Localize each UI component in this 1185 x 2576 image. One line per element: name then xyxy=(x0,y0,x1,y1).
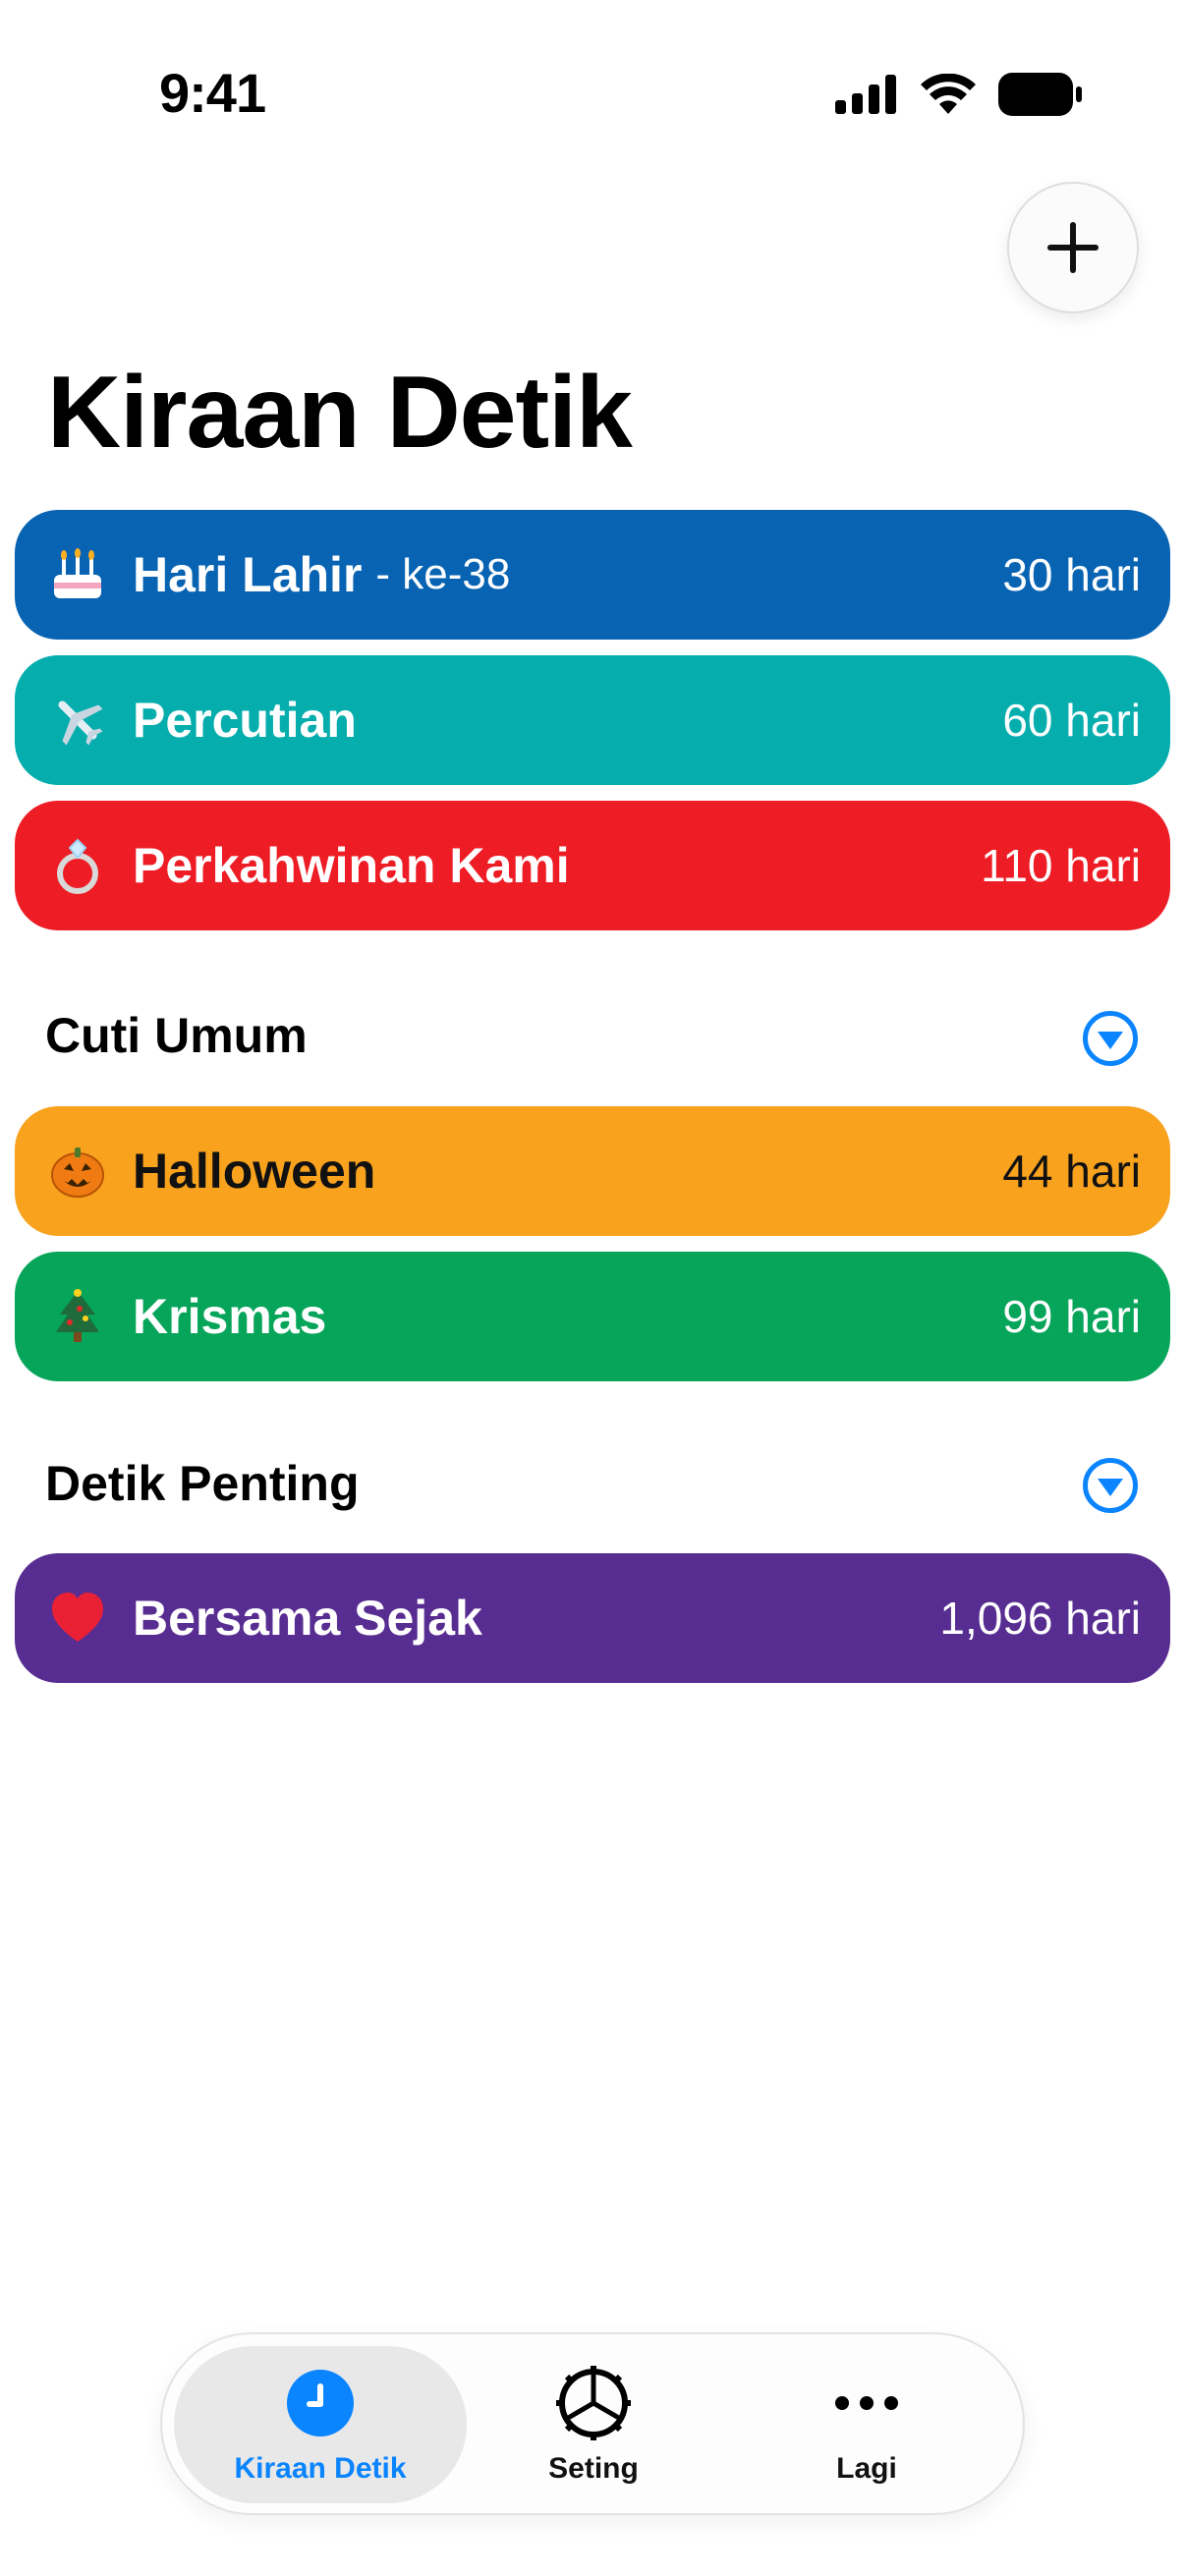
countdown-card-wedding[interactable]: Perkahwinan Kami 110 hari xyxy=(15,801,1170,930)
tab-bar: Kiraan Detik Seting Lagi xyxy=(160,2332,1025,2515)
card-value: 1,096 hari xyxy=(939,1593,1141,1644)
jack-o-lantern-icon xyxy=(46,1140,109,1203)
battery-icon xyxy=(998,73,1082,116)
card-value: 44 hari xyxy=(1002,1146,1141,1197)
countdown-card-christmas[interactable]: Krismas 99 hari xyxy=(15,1252,1170,1381)
tab-kiraan-detik[interactable]: Kiraan Detik xyxy=(174,2346,467,2503)
card-title: Perkahwinan Kami xyxy=(133,838,570,893)
page-title: Kiraan Detik xyxy=(47,356,633,470)
tab-seting[interactable]: Seting xyxy=(447,2346,740,2503)
tab-lagi[interactable]: Lagi xyxy=(720,2346,1013,2503)
birthday-cake-icon xyxy=(46,543,109,606)
ring-icon xyxy=(46,834,109,897)
screen: 9:41 Kiraan Detik Hari Lahir - ke-38 30 … xyxy=(0,0,1185,2576)
chevron-down-icon xyxy=(1098,1032,1123,1049)
countdown-card-birthday[interactable]: Hari Lahir - ke-38 30 hari xyxy=(15,510,1170,640)
section-collapse-toggle[interactable] xyxy=(1083,1458,1138,1513)
tab-label: Kiraan Detik xyxy=(234,2452,407,2485)
section-title-cuti-umum: Cuti Umum xyxy=(45,1008,308,1063)
red-heart-icon xyxy=(46,1587,109,1650)
card-subtitle: - ke-38 xyxy=(375,550,511,598)
gear-icon xyxy=(554,2364,633,2442)
section-collapse-toggle[interactable] xyxy=(1083,1011,1138,1066)
more-dots-icon xyxy=(827,2364,906,2442)
countdown-card-together-since[interactable]: Bersama Sejak 1,096 hari xyxy=(15,1553,1170,1683)
section-title-detik-penting: Detik Penting xyxy=(45,1456,360,1511)
status-time: 9:41 xyxy=(159,62,266,124)
cellular-signal-icon xyxy=(835,75,896,114)
plus-icon xyxy=(1047,222,1099,273)
countdown-card-halloween[interactable]: Halloween 44 hari xyxy=(15,1106,1170,1236)
christmas-tree-icon xyxy=(46,1285,109,1348)
card-value: 60 hari xyxy=(1002,695,1141,746)
card-value: 110 hari xyxy=(981,840,1141,891)
add-countdown-button[interactable] xyxy=(1007,182,1139,313)
card-title: Percutian xyxy=(133,693,357,748)
chevron-down-icon xyxy=(1098,1479,1123,1496)
countdown-card-vacation[interactable]: Percutian 60 hari xyxy=(15,655,1170,785)
card-title: Krismas xyxy=(133,1289,327,1344)
card-value: 30 hari xyxy=(1002,549,1141,600)
card-title: Bersama Sejak xyxy=(133,1591,482,1646)
card-title: Hari Lahir xyxy=(133,547,363,602)
clock-icon xyxy=(281,2364,360,2442)
airplane-icon xyxy=(46,689,109,752)
card-value: 99 hari xyxy=(1002,1291,1141,1342)
card-title: Halloween xyxy=(133,1144,376,1199)
wifi-icon xyxy=(921,74,976,114)
tab-label: Lagi xyxy=(836,2452,897,2485)
status-icons xyxy=(835,71,1083,118)
tab-label: Seting xyxy=(548,2452,639,2485)
